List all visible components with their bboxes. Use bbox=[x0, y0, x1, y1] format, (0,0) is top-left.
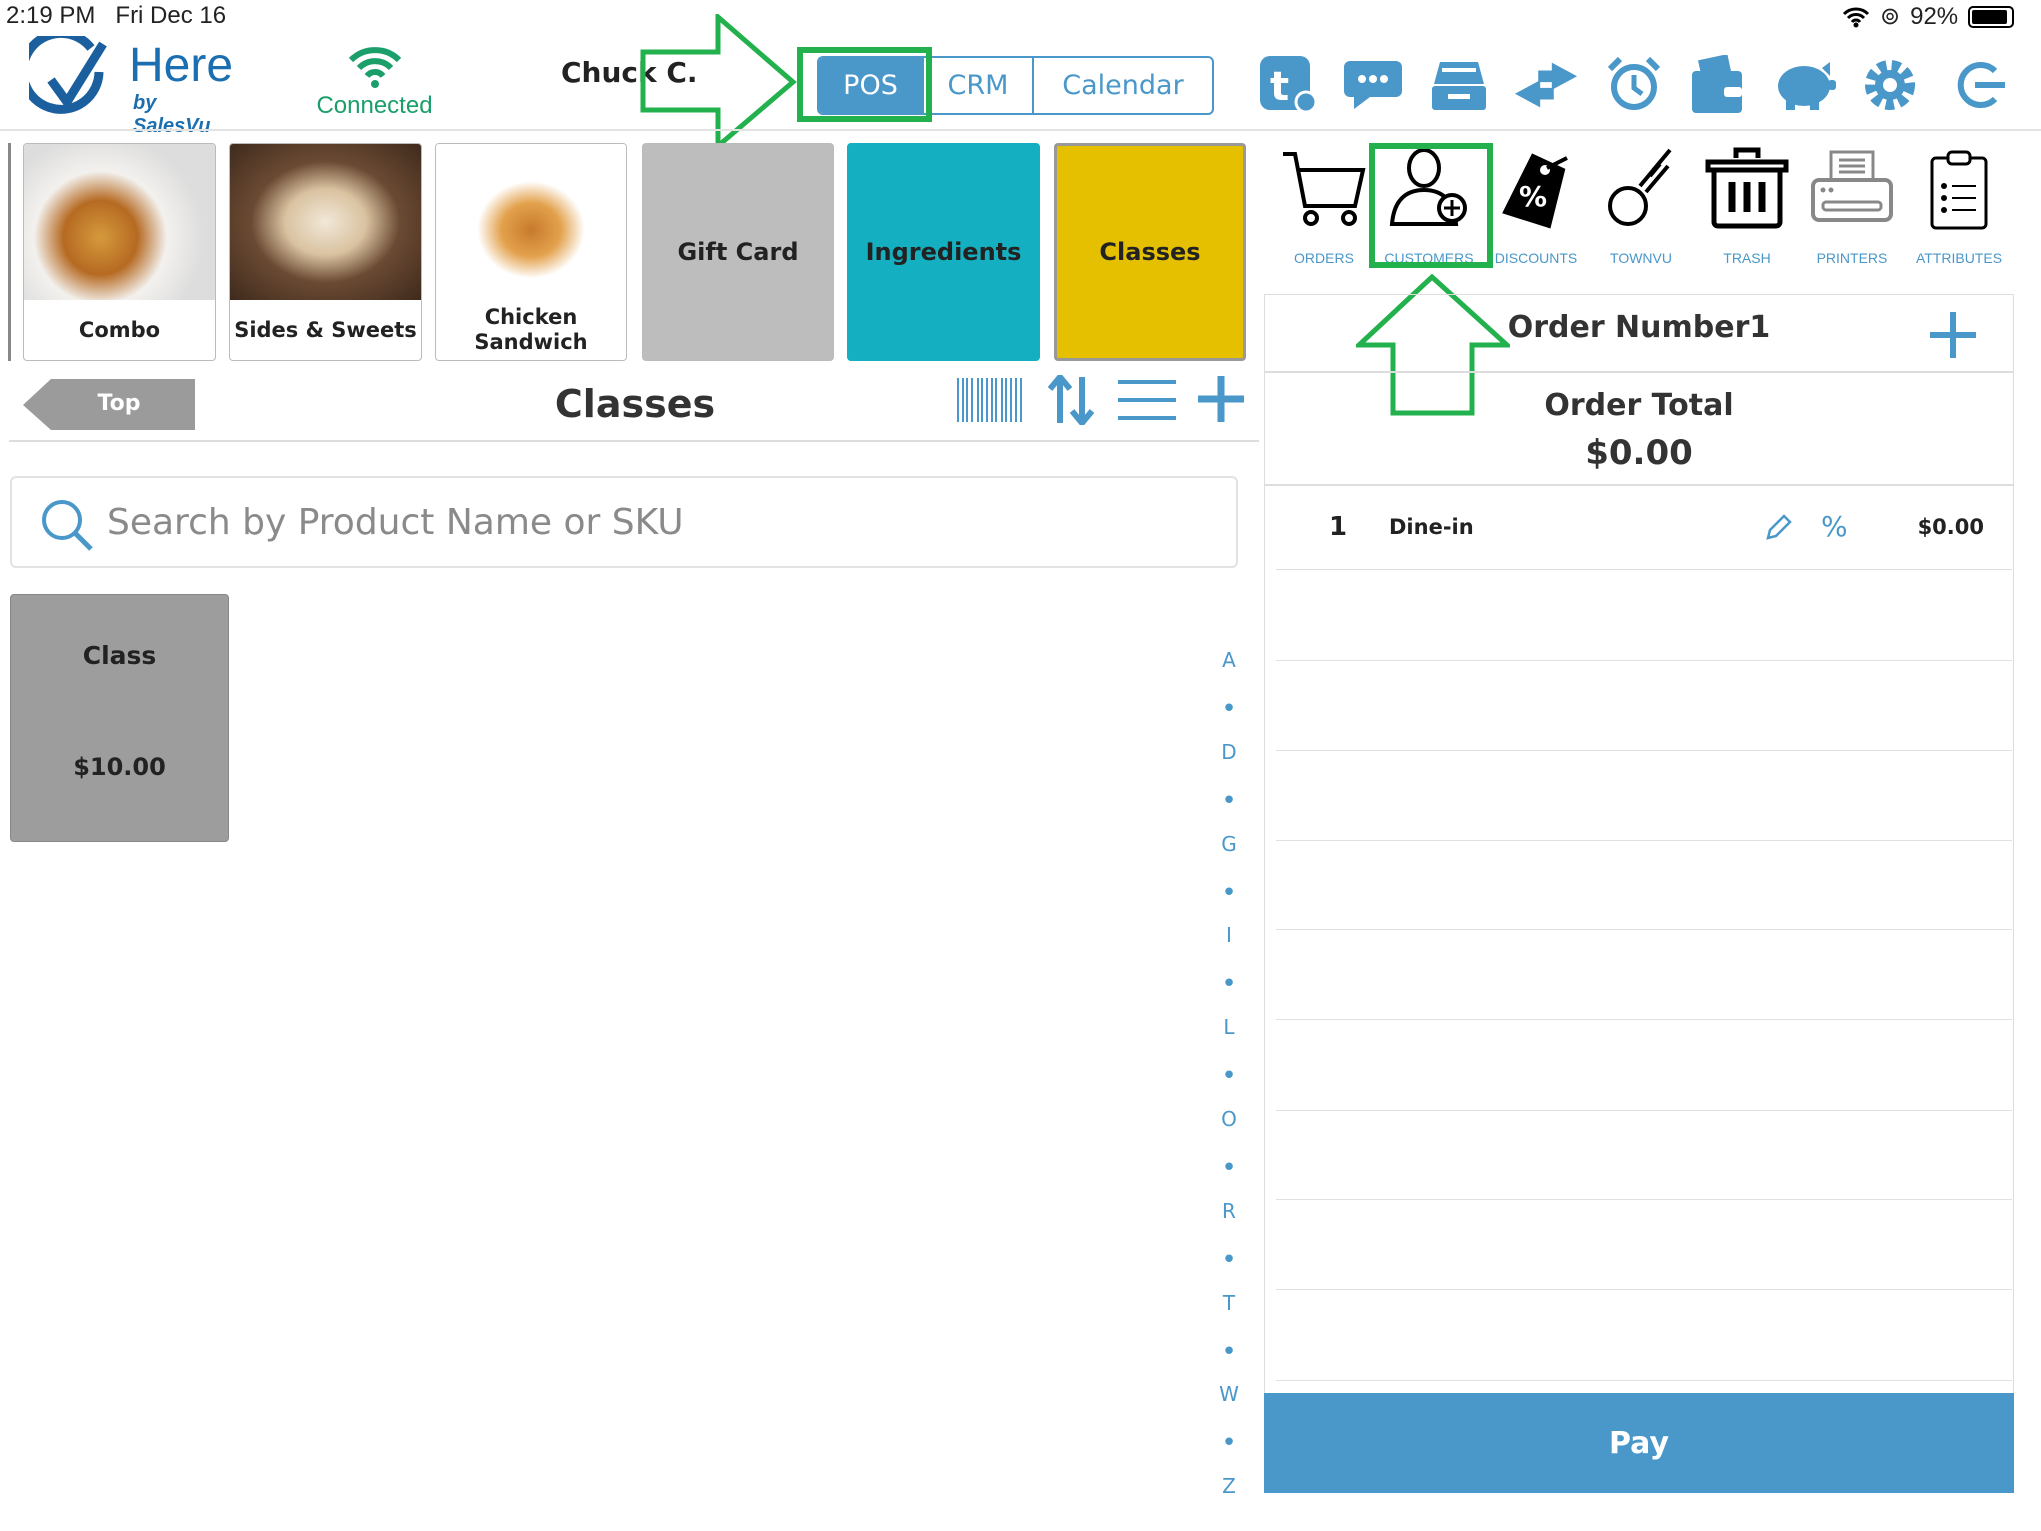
logout-icon[interactable] bbox=[1946, 52, 2012, 118]
search-icon bbox=[42, 500, 93, 551]
category-combo[interactable]: Combo bbox=[23, 143, 216, 361]
chat-icon[interactable] bbox=[1340, 52, 1406, 118]
wallet-icon[interactable] bbox=[1685, 52, 1751, 118]
empty-row-divider bbox=[1276, 1289, 2012, 1290]
list-view-icon[interactable] bbox=[1118, 378, 1176, 422]
index-letter[interactable]: T bbox=[1214, 1291, 1244, 1315]
edit-pencil-icon[interactable] bbox=[1764, 512, 1794, 542]
category-classes[interactable]: Classes bbox=[1054, 143, 1246, 361]
index-letter[interactable]: • bbox=[1214, 1061, 1244, 1091]
index-letter[interactable]: • bbox=[1214, 878, 1244, 908]
empty-row-divider bbox=[1276, 1199, 2012, 1200]
trash-button[interactable]: TRASH bbox=[1692, 146, 1802, 266]
category-sides-sweets[interactable]: Sides & Sweets bbox=[229, 143, 422, 361]
sort-icon[interactable] bbox=[1048, 375, 1094, 425]
pay-button[interactable]: Pay bbox=[1264, 1393, 2014, 1493]
panel-title: Classes bbox=[554, 382, 716, 426]
empty-row-divider bbox=[1276, 1380, 2012, 1381]
search-input[interactable]: Search by Product Name or SKU bbox=[10, 476, 1238, 568]
wifi-connected-icon bbox=[348, 47, 401, 88]
tab-crm[interactable]: CRM bbox=[924, 58, 1034, 113]
empty-row-divider bbox=[1276, 750, 2012, 751]
logo-check-icon bbox=[29, 36, 107, 114]
townvu-icon bbox=[1608, 148, 1672, 226]
townvu-settings-icon[interactable]: t bbox=[1256, 52, 1322, 118]
battery-icon bbox=[1968, 5, 2015, 28]
logo: Here by SalesVu bbox=[29, 36, 239, 137]
empty-row-divider bbox=[1276, 660, 2012, 661]
back-top-button[interactable]: Top bbox=[23, 379, 195, 430]
order-total-label: Order Total bbox=[1544, 388, 1734, 423]
item-discount-button[interactable]: % bbox=[1821, 510, 1848, 543]
index-letter[interactable]: • bbox=[1214, 1337, 1244, 1367]
index-letter[interactable]: • bbox=[1214, 1245, 1244, 1275]
empty-row-divider bbox=[1276, 1019, 2012, 1020]
index-letter[interactable]: D bbox=[1214, 740, 1244, 764]
category-scroll-edge bbox=[8, 143, 11, 361]
svg-text:t: t bbox=[1270, 64, 1289, 110]
product-tile-class[interactable]: Class $10.00 bbox=[10, 594, 229, 842]
index-letter[interactable]: A bbox=[1214, 648, 1244, 672]
trash-icon bbox=[1705, 147, 1789, 229]
orders-button[interactable]: ORDERS bbox=[1269, 146, 1379, 266]
discounts-button[interactable]: % DISCOUNTS bbox=[1481, 146, 1591, 266]
tab-calendar[interactable]: Calendar bbox=[1034, 58, 1212, 113]
connection-status: Connected bbox=[312, 44, 437, 120]
townvu-button[interactable]: TOWNVU bbox=[1586, 146, 1696, 266]
annotation-box-customers bbox=[1369, 143, 1493, 268]
index-letter[interactable]: • bbox=[1214, 969, 1244, 999]
annotation-box-pos bbox=[797, 47, 932, 122]
annotation-arrow-right bbox=[640, 14, 797, 148]
category-ingredients[interactable]: Ingredients bbox=[847, 143, 1040, 361]
status-icons: ⊚ 92% bbox=[1842, 2, 2015, 31]
printers-button[interactable]: PRINTERS bbox=[1797, 146, 1907, 266]
clipboard-icon bbox=[1930, 150, 1988, 230]
rotation-lock-icon: ⊚ bbox=[1880, 3, 1901, 30]
index-letter[interactable]: I bbox=[1214, 923, 1244, 947]
sides-image bbox=[230, 144, 421, 300]
order-line-item[interactable]: 1 Dine-in % $0.00 bbox=[1276, 486, 2012, 570]
index-letter[interactable]: • bbox=[1214, 694, 1244, 724]
empty-row-divider bbox=[1276, 1110, 2012, 1111]
barcode-icon[interactable] bbox=[956, 378, 1024, 422]
empty-row-divider bbox=[1276, 929, 2012, 930]
index-letter[interactable]: G bbox=[1214, 832, 1244, 856]
index-letter[interactable]: • bbox=[1214, 786, 1244, 816]
index-letter[interactable]: W bbox=[1214, 1382, 1244, 1406]
order-total-value: $0.00 bbox=[1585, 433, 1693, 473]
index-letter[interactable]: • bbox=[1214, 1153, 1244, 1183]
header-divider bbox=[0, 129, 2041, 131]
settings-gear-icon[interactable] bbox=[1857, 52, 1923, 118]
index-letter[interactable]: R bbox=[1214, 1199, 1244, 1223]
wifi-status-icon bbox=[1842, 7, 1870, 27]
svg-text:%: % bbox=[1519, 180, 1547, 213]
sandwich-image bbox=[436, 144, 626, 300]
index-letter[interactable]: L bbox=[1214, 1015, 1244, 1039]
divider bbox=[1264, 371, 2014, 373]
cart-icon bbox=[1283, 152, 1366, 226]
index-letter[interactable]: O bbox=[1214, 1107, 1244, 1131]
index-letter[interactable]: Z bbox=[1214, 1474, 1244, 1498]
discount-tag-icon: % bbox=[1502, 153, 1568, 229]
add-order-icon[interactable] bbox=[1930, 312, 1976, 358]
piggy-bank-icon[interactable] bbox=[1772, 52, 1838, 118]
category-chicken-sandwich[interactable]: Chicken Sandwich bbox=[435, 143, 627, 361]
add-product-icon[interactable] bbox=[1198, 376, 1244, 422]
order-number: Order Number1 bbox=[1507, 310, 1771, 345]
cash-drawer-icon[interactable] bbox=[1426, 52, 1492, 118]
empty-row-divider bbox=[1276, 840, 2012, 841]
combo-image bbox=[24, 144, 215, 300]
alarm-clock-icon[interactable] bbox=[1601, 52, 1667, 118]
transfer-icon[interactable] bbox=[1513, 52, 1579, 118]
panel-divider bbox=[9, 440, 1259, 442]
status-time: 2:19 PM Fri Dec 16 bbox=[6, 2, 227, 29]
battery-percent: 92% bbox=[1910, 2, 1959, 30]
index-letter[interactable]: • bbox=[1214, 1428, 1244, 1458]
attributes-button[interactable]: ATTRIBUTES bbox=[1904, 146, 2014, 266]
printer-icon bbox=[1811, 150, 1893, 222]
category-gift-card[interactable]: Gift Card bbox=[642, 143, 834, 361]
